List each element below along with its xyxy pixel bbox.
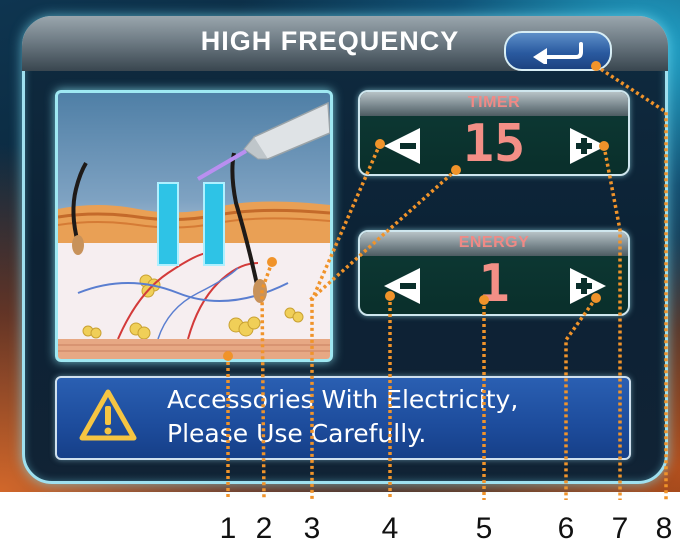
energy-decrease-button[interactable] [380,264,424,308]
minus-arrow-icon [384,128,420,164]
callout-number-2: 2 [255,512,273,545]
plus-arrow-icon [570,268,606,304]
energy-label: ENERGY [458,234,530,251]
warning-banner: Accessories With Electricity, Please Use… [55,376,631,460]
timer-label: TIMER [467,94,521,111]
callout-number-8: 8 [655,512,673,545]
device-screen: HIGH FREQUENCY TIMER 15 ENERGY 1 Accesso… [0,0,680,492]
callout-number-4: 4 [381,512,399,545]
energy-increase-button[interactable] [566,264,610,308]
plus-arrow-icon [570,128,606,164]
timer-increase-button[interactable] [566,124,610,168]
warning-line-2: Please Use Carefully. [167,419,427,448]
callout-number-1: 1 [219,512,237,545]
energy-control: ENERGY 1 [358,230,630,316]
minus-arrow-icon [384,268,420,304]
callout-number-5: 5 [475,512,493,545]
timer-decrease-button[interactable] [380,124,424,168]
callout-number-3: 3 [303,512,321,545]
energy-value: 1 [478,254,510,314]
callout-number-6: 6 [557,512,575,545]
callout-number-7: 7 [611,512,629,545]
timer-value: 15 [462,114,526,174]
back-button[interactable] [504,31,612,71]
warning-line-1: Accessories With Electricity, [167,385,519,414]
warning-triangle-icon [79,389,137,441]
return-arrow-icon [533,42,583,64]
timer-control: TIMER 15 [358,90,630,176]
treatment-illustration [55,90,333,362]
